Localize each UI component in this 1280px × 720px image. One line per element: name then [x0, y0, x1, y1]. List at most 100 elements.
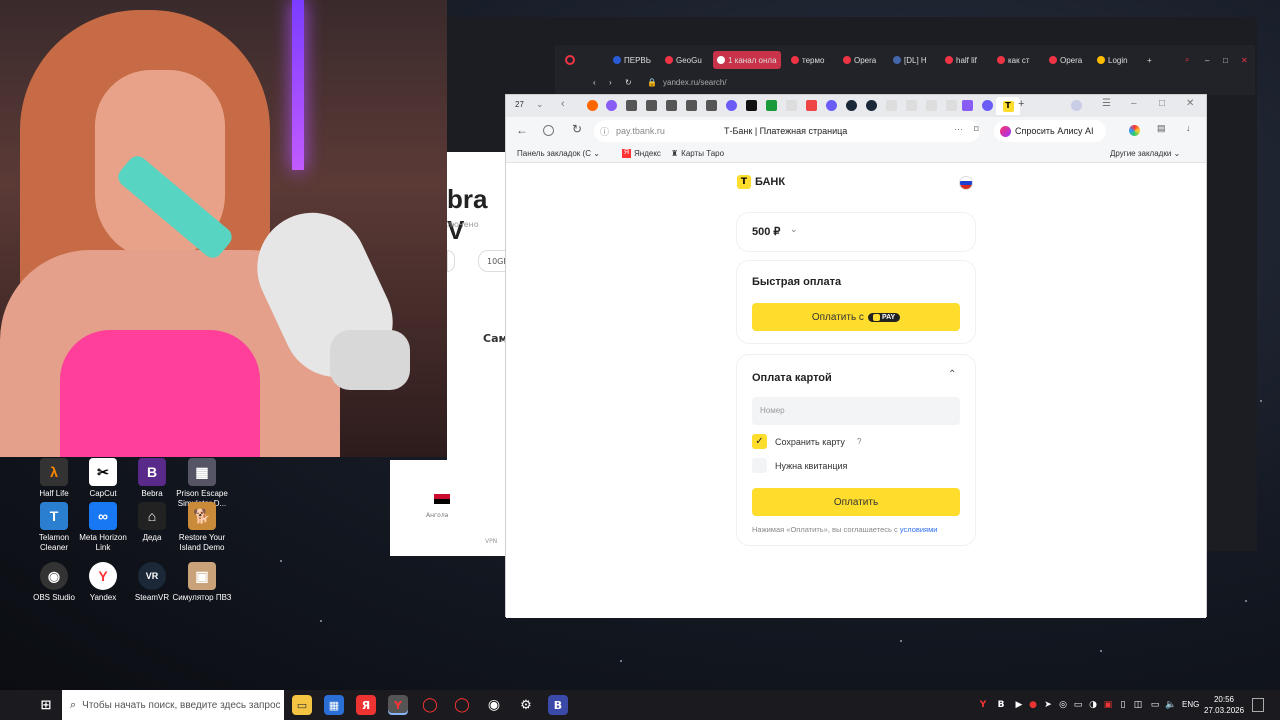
more-icon[interactable]: ⋯ — [954, 124, 963, 135]
opera-tab[interactable]: Opera — [1049, 51, 1082, 69]
download-icon[interactable]: ↓ — [1186, 123, 1191, 133]
chevron-down-icon[interactable]: ⌄ — [536, 99, 544, 110]
windows-start-icon[interactable]: ⊞ — [36, 695, 56, 715]
tray-app3-icon[interactable]: ◫ — [1131, 695, 1145, 715]
tray-battery-icon[interactable]: ▯ — [1116, 695, 1130, 715]
clock[interactable]: 20:56 27.03.2026 — [1204, 694, 1244, 716]
tab-favicon[interactable] — [746, 100, 757, 111]
maximize-icon[interactable]: □ — [1159, 98, 1165, 109]
save-card-checkbox[interactable]: ✓ — [752, 434, 767, 449]
receipt-checkbox[interactable] — [752, 458, 767, 473]
opera-address-bar[interactable]: yandex.ru/search/ — [663, 73, 727, 91]
opera-gx-taskbar-icon[interactable]: ◯ — [452, 695, 472, 715]
tab-favicon[interactable] — [866, 100, 877, 111]
tray-steam-icon[interactable]: ◎ — [1056, 695, 1070, 715]
tray-b-icon[interactable]: B — [994, 695, 1008, 715]
opera-tab[interactable]: GeoGu — [665, 51, 702, 69]
tpay-button[interactable]: Оплатить с PAY — [752, 303, 960, 331]
opera-taskbar-icon[interactable]: ◯ — [420, 695, 440, 715]
chevron-left-icon[interactable]: ‹ — [561, 98, 565, 110]
tabs-menu-icon[interactable]: ☰ — [1102, 98, 1111, 109]
opera-tab[interactable]: термо — [791, 51, 824, 69]
bookmark-icon[interactable]: ⌑ — [974, 124, 979, 135]
tray-yandex-icon[interactable]: Y — [976, 695, 990, 715]
yandex-browser-taskbar-icon[interactable]: Y — [388, 695, 408, 715]
tab-count[interactable]: 27 — [515, 100, 524, 109]
tab-favicon[interactable] — [946, 100, 957, 111]
back-icon[interactable]: ‹ — [593, 73, 596, 91]
tab-favicon[interactable] — [826, 100, 837, 111]
notifications-icon[interactable] — [1252, 698, 1264, 712]
tab-favicon[interactable] — [606, 100, 617, 111]
reload-icon[interactable]: ↻ — [572, 122, 582, 136]
maximize-icon[interactable]: □ — [1223, 51, 1228, 69]
language-flag-icon[interactable] — [960, 177, 972, 189]
settings-icon[interactable]: ⚙ — [516, 695, 536, 715]
chevron-up-icon[interactable]: ⌃ — [948, 369, 956, 380]
tab-favicon[interactable] — [926, 100, 937, 111]
close-icon[interactable]: ✕ — [1241, 51, 1248, 69]
pill-fragment[interactable] — [447, 250, 455, 272]
tab-favicon[interactable] — [982, 100, 993, 111]
network-icon[interactable]: ▭ — [1148, 695, 1162, 715]
card-number-input[interactable]: Номер — [752, 397, 960, 425]
tray-steamvr-icon[interactable]: ◑ — [1086, 695, 1100, 715]
tab-favicon[interactable] — [646, 100, 657, 111]
tbank-logo[interactable]: T БАНК — [737, 175, 785, 189]
tab-favicon[interactable] — [806, 100, 817, 111]
tab-favicon[interactable] — [626, 100, 637, 111]
tab-active[interactable]: T — [996, 97, 1020, 115]
desktop-icon-pvz[interactable]: ▣ Симулятор ПВЗ — [172, 562, 232, 603]
country-label[interactable]: Ангола — [426, 512, 448, 519]
amount-card[interactable]: 500 ₽ ⌄ — [737, 213, 975, 251]
tray-vr-icon[interactable]: ▭ — [1071, 695, 1085, 715]
extension-icon[interactable] — [1129, 125, 1140, 136]
minimize-icon[interactable]: – — [1205, 51, 1209, 69]
vpn-label[interactable]: VPN — [485, 538, 497, 545]
tray-record-icon[interactable]: ● — [1026, 695, 1040, 715]
opera-logo-icon[interactable] — [565, 51, 575, 69]
reload-icon[interactable]: ↻ — [625, 73, 632, 91]
other-bookmarks[interactable]: Другие закладки ⌄ — [1110, 149, 1180, 158]
yandex-taskbar-icon[interactable]: Я — [356, 695, 376, 715]
file-explorer-icon[interactable]: ▭ — [292, 695, 312, 715]
new-tab-icon[interactable]: + — [1018, 98, 1024, 110]
forward-icon[interactable]: › — [609, 73, 612, 91]
help-icon[interactable]: ? — [857, 437, 861, 446]
opera-tab[interactable]: Opera — [843, 51, 876, 69]
tab-favicon[interactable] — [846, 100, 857, 111]
address-field[interactable]: ⓘ pay.tbank.ru Т-Банк | Платежная страни… — [594, 120, 980, 142]
save-card-label[interactable]: Сохранить карту — [775, 437, 845, 447]
card-section-title[interactable]: Оплата картой — [752, 372, 832, 384]
tab-favicon[interactable] — [886, 100, 897, 111]
opera-tab[interactable]: [DL] H — [893, 51, 927, 69]
volume-icon[interactable]: 🔈 — [1164, 695, 1178, 715]
obs-taskbar-icon[interactable]: ◉ — [484, 695, 504, 715]
bookmark-yandex[interactable]: Я Яндекс — [622, 149, 661, 158]
url-text[interactable]: pay.tbank.ru — [616, 126, 665, 136]
tab-favicon[interactable] — [587, 100, 598, 111]
desktop-icon-island[interactable]: 🐕 Restore Your Island Demo — [172, 502, 232, 553]
opera-tab[interactable]: как ст — [997, 51, 1030, 69]
b-app-icon[interactable]: B — [548, 695, 568, 715]
tab-favicon[interactable] — [686, 100, 697, 111]
opera-tab[interactable]: ПЕРВЬ — [613, 51, 651, 69]
bookmark-tarot[interactable]: ♜ Карты Таро — [671, 149, 724, 158]
search-icon[interactable]: ⌕ — [1185, 51, 1189, 69]
tab-favicon[interactable] — [786, 100, 797, 111]
chevron-down-icon[interactable]: ⌄ — [790, 224, 798, 235]
ask-alice-button[interactable]: Спросить Алису AI — [994, 120, 1106, 142]
tray-app-icon[interactable]: ▶ — [1012, 695, 1026, 715]
pill-10gb[interactable]: 10GB — [478, 250, 509, 272]
minimize-icon[interactable]: – — [1131, 98, 1137, 109]
site-info-icon[interactable]: ⓘ — [600, 125, 609, 138]
bookmark-folder[interactable]: Панель закладок (С ⌄ — [517, 149, 600, 158]
new-tab-icon[interactable]: + — [1147, 51, 1152, 69]
terms-link[interactable]: условиями — [900, 525, 938, 534]
tab-favicon[interactable] — [726, 100, 737, 111]
tab-favicon[interactable] — [766, 100, 777, 111]
store-icon[interactable]: ▦ — [324, 695, 344, 715]
receipt-label[interactable]: Нужна квитанция — [775, 461, 847, 471]
taskbar-search-box[interactable]: ⌕ Чтобы начать поиск, введите здесь запр… — [62, 690, 284, 720]
back-icon[interactable]: ← — [516, 123, 528, 137]
